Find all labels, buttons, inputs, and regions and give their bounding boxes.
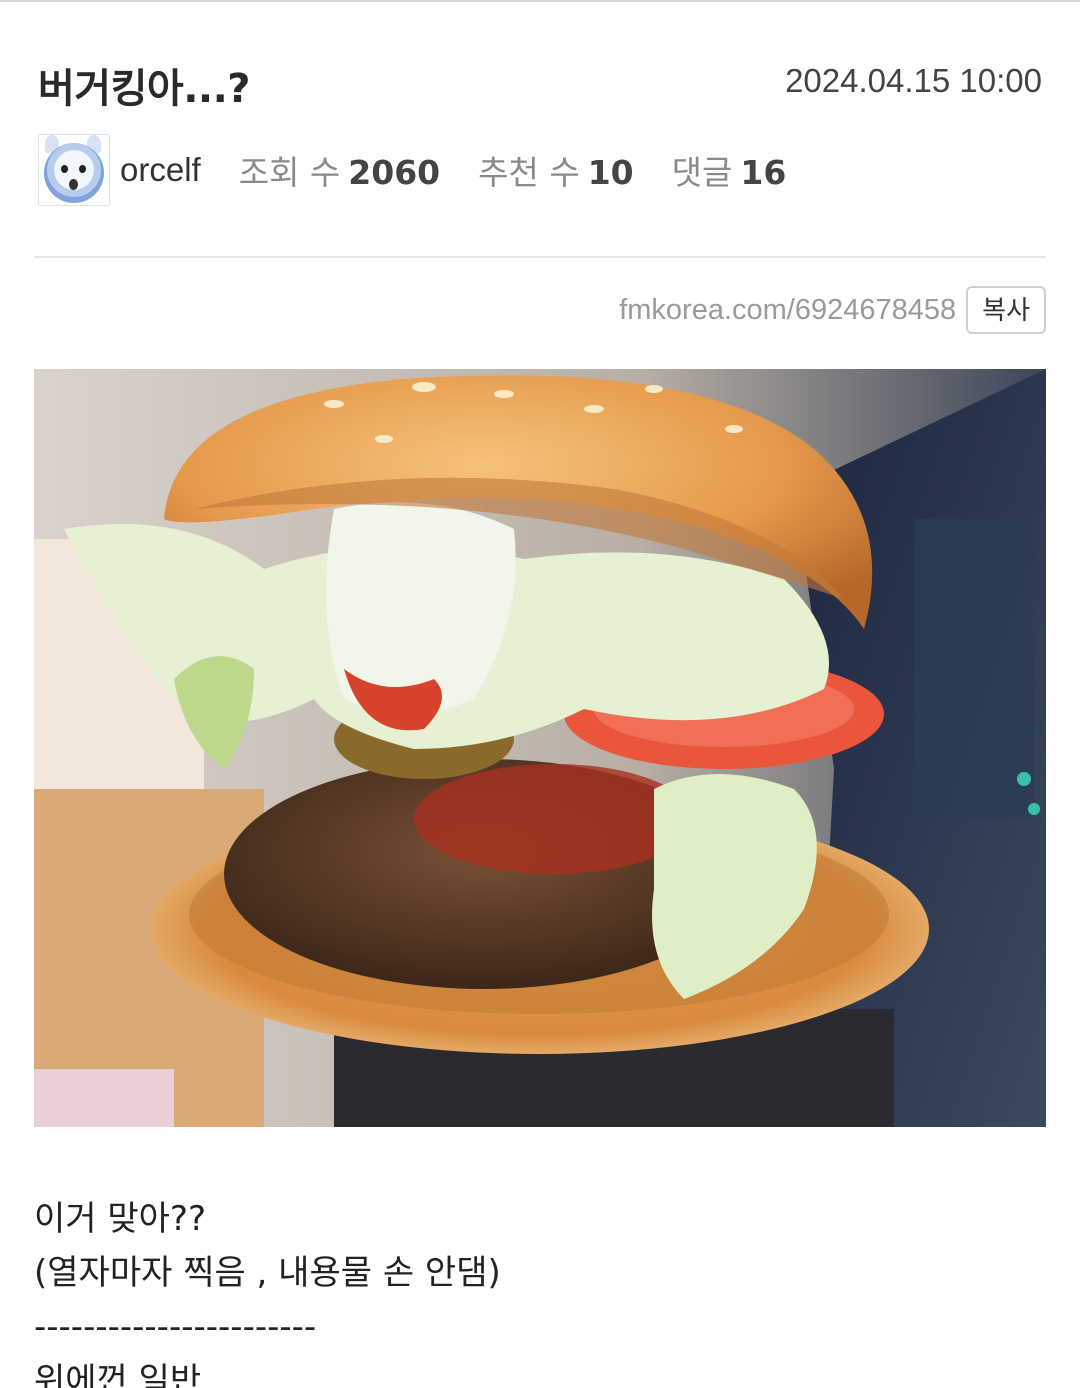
burger-photo-icon [34, 369, 1046, 1127]
content-line: 이거 맞아?? [34, 1199, 207, 1239]
dog-mouth [69, 179, 78, 190]
recommend-stat: 추천 수 10 [478, 146, 634, 194]
avatar[interactable] [38, 134, 110, 206]
top-divider [0, 0, 1080, 2]
post-title: 버거킹아...? [38, 66, 251, 112]
copy-button[interactable]: 복사 [966, 286, 1046, 334]
post-photo[interactable] [34, 369, 1046, 1127]
author-name[interactable]: orcelf [120, 151, 201, 189]
comments-label: 댓글 [671, 153, 733, 192]
post-date: 2024.04.15 10:00 [785, 62, 1042, 99]
meta-divider [34, 256, 1046, 258]
post-content: 이거 맞아?? (열자마자 찍음 , 내용물 손 안댐) -----------… [34, 1192, 501, 1388]
content-separator: ----------------------- [34, 1307, 317, 1347]
comments-stat[interactable]: 댓글 16 [672, 146, 787, 194]
content-line: (열자마자 찍음 , 내용물 손 안댐) [34, 1253, 501, 1293]
views-label: 조회 수 [238, 153, 341, 192]
post-page: 버거킹아...? 2024.04.15 10:00 orcelf 조회 수 206… [0, 0, 1080, 1388]
dog-face-icon [44, 143, 104, 203]
recommend-count: 10 [587, 153, 634, 192]
post-link-row: fmkorea.com/6924678458 복사 [619, 286, 1046, 334]
dog-eye [79, 165, 86, 173]
post-url[interactable]: fmkorea.com/6924678458 [619, 294, 956, 327]
views-stat: 조회 수 2060 [239, 146, 440, 194]
post-meta: orcelf 조회 수 2060 추천 수 10 댓글 16 [38, 134, 786, 206]
recommend-label: 추천 수 [478, 153, 580, 192]
content-line: 위에껀 일반 [34, 1361, 202, 1388]
dog-eye [61, 165, 68, 173]
comments-count: 16 [740, 153, 787, 192]
views-count: 2060 [348, 153, 441, 192]
